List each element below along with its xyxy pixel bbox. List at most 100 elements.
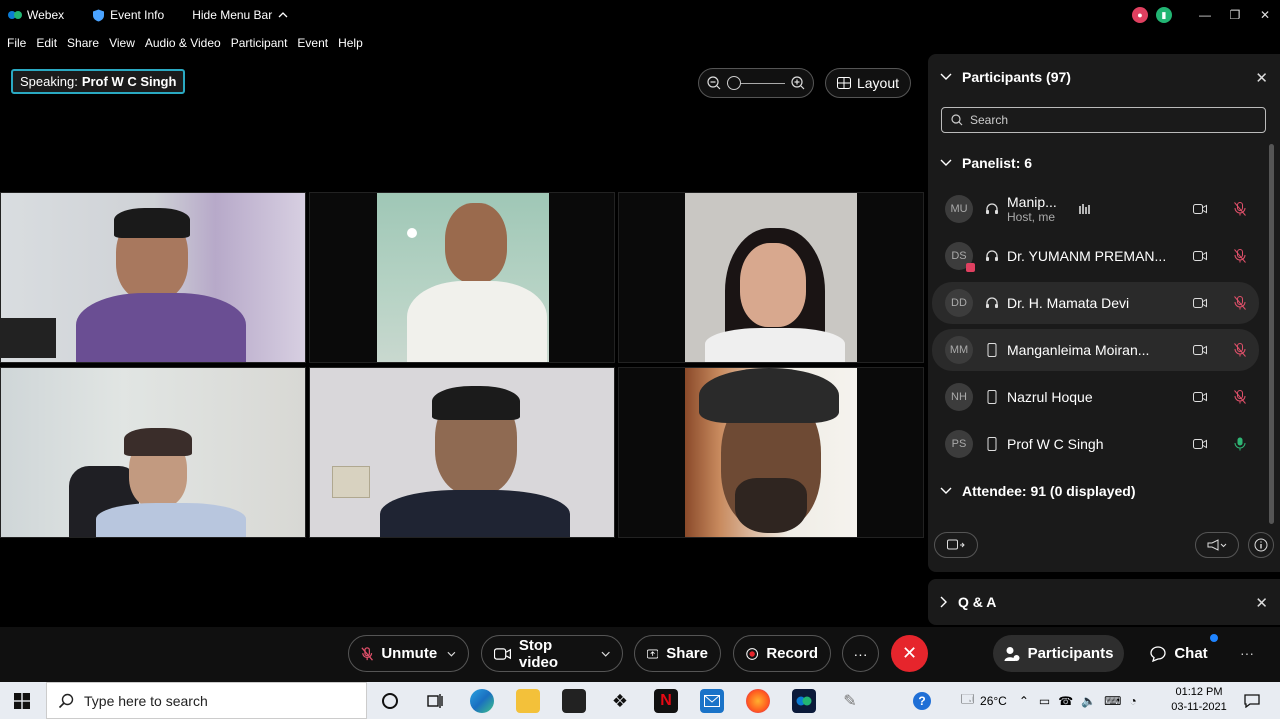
paint-icon[interactable]: ✎ <box>838 689 862 713</box>
minimize-button[interactable]: — <box>1190 0 1220 30</box>
video-camera-icon[interactable] <box>1193 392 1207 402</box>
participant-row[interactable]: PS Prof W C Singh <box>932 423 1259 465</box>
weather-icon[interactable]: 🗔 <box>961 690 974 711</box>
menu-participant[interactable]: Participant <box>231 36 288 50</box>
netflix-icon[interactable]: N <box>654 689 678 713</box>
network-icon[interactable]: ☎ <box>1058 694 1073 708</box>
zoom-slider-knob[interactable] <box>727 75 741 90</box>
participant-body <box>96 503 246 537</box>
video-camera-icon[interactable] <box>1193 298 1207 308</box>
move-to-lobby-button[interactable] <box>934 532 978 558</box>
speaking-name: Prof W C Singh <box>81 74 177 89</box>
participant-row[interactable]: DS Dr. YUMANM PREMAN... <box>932 235 1259 277</box>
chevron-down-icon[interactable] <box>940 73 952 81</box>
video-camera-icon[interactable] <box>1193 439 1207 449</box>
hide-menu-bar-button[interactable]: Hide Menu Bar <box>192 8 288 22</box>
info-button[interactable] <box>1248 532 1274 558</box>
taskbar-clock[interactable]: 01:12 PM 03-11-2021 <box>1170 685 1228 715</box>
firefox-icon[interactable] <box>746 689 770 713</box>
taskbar-search-input[interactable]: Type here to search <box>46 682 367 719</box>
clock-date: 03-11-2021 <box>1171 701 1227 713</box>
video-camera-icon[interactable] <box>1193 345 1207 355</box>
muted-mic-icon[interactable] <box>1234 343 1246 357</box>
participants-button[interactable]: Participants <box>993 635 1124 672</box>
announce-icon <box>1207 539 1227 551</box>
record-button[interactable]: Record <box>733 635 831 672</box>
unmute-button[interactable]: Unmute <box>348 635 469 672</box>
mobile-icon <box>983 435 1001 453</box>
reactions-menu-button[interactable] <box>1195 532 1239 558</box>
participant-row[interactable]: MM Manganleima Moiran... <box>932 329 1259 371</box>
chevron-up-icon[interactable]: ⌃ <box>1019 694 1029 708</box>
event-info-button[interactable]: Event Info <box>64 8 164 22</box>
dropbox-icon[interactable]: ❖ <box>608 689 632 713</box>
notification-icon[interactable] <box>1240 689 1264 713</box>
active-mic-icon[interactable] <box>1234 437 1246 451</box>
windows-start-icon[interactable] <box>14 693 30 709</box>
video-tile-4[interactable] <box>0 367 306 538</box>
language-icon[interactable]: ⌨ <box>1104 694 1121 708</box>
menu-event[interactable]: Event <box>297 36 328 50</box>
system-tray: 🗔 26°C ⌃ ▭ ☎ 🔈 ⌨ ◔ <box>961 682 1137 719</box>
muted-mic-icon[interactable] <box>1234 202 1246 216</box>
file-explorer-icon[interactable] <box>516 689 540 713</box>
participant-search-input[interactable]: Search <box>941 107 1266 133</box>
chevron-down-icon[interactable] <box>447 651 456 657</box>
microsoft-store-icon[interactable] <box>562 689 586 713</box>
close-icon[interactable]: ✕ <box>1255 69 1268 87</box>
panelist-section-header[interactable]: Panelist: 6 <box>940 155 1032 171</box>
close-window-button[interactable]: ✕ <box>1250 0 1280 30</box>
maximize-button[interactable]: ❐ <box>1220 0 1250 30</box>
muted-mic-icon[interactable] <box>1234 249 1246 263</box>
menu-help[interactable]: Help <box>338 36 363 50</box>
qa-panel-header[interactable]: Q & A ✕ <box>928 579 1280 625</box>
video-tile-1[interactable] <box>0 192 306 363</box>
chevron-down-icon[interactable] <box>601 651 610 657</box>
video-tile-3[interactable] <box>618 192 924 363</box>
more-options-button[interactable]: ··· <box>842 635 879 672</box>
participant-face <box>740 243 806 327</box>
muted-mic-icon[interactable] <box>1234 296 1246 310</box>
participant-row[interactable]: NH Nazrul Hoque <box>932 376 1259 418</box>
volume-icon[interactable]: 🔈 <box>1081 694 1096 708</box>
task-view-icon[interactable] <box>423 689 447 713</box>
zoom-slider[interactable] <box>727 75 785 90</box>
menu-share[interactable]: Share <box>67 36 99 50</box>
menu-view[interactable]: View <box>109 36 135 50</box>
share-button[interactable]: Share <box>634 635 721 672</box>
mobile-icon <box>983 388 1001 406</box>
participants-scrollbar[interactable] <box>1269 144 1274 524</box>
attendee-section-header[interactable]: Attendee: 91 (0 displayed) <box>940 483 1136 499</box>
video-camera-icon[interactable] <box>1193 251 1207 261</box>
menu-audio-video[interactable]: Audio & Video <box>145 36 221 50</box>
webex-taskbar-icon[interactable] <box>792 689 816 713</box>
more-icon[interactable]: ··· <box>1240 645 1254 661</box>
layout-button[interactable]: Layout <box>825 68 911 98</box>
help-icon[interactable]: ? <box>913 692 931 710</box>
participant-name: Dr. YUMANM PREMAN... <box>1007 248 1167 264</box>
edge-browser-icon[interactable] <box>470 689 494 713</box>
video-tile-6[interactable] <box>618 367 924 538</box>
wifi-icon[interactable]: ◔ <box>1129 694 1136 708</box>
mail-icon[interactable] <box>700 689 724 713</box>
battery-icon[interactable]: ▭ <box>1039 694 1050 708</box>
video-camera-icon <box>494 647 511 660</box>
participant-body <box>76 293 246 362</box>
leave-meeting-button[interactable]: ✕ <box>891 635 928 672</box>
video-tile-2[interactable] <box>309 192 615 363</box>
menu-file[interactable]: File <box>7 36 26 50</box>
zoom-in-icon[interactable] <box>791 76 805 90</box>
zoom-out-icon[interactable] <box>707 76 721 90</box>
video-tile-5[interactable] <box>309 367 615 538</box>
temperature[interactable]: 26°C <box>980 694 1007 708</box>
participant-row[interactable]: MU Manip... Host, me <box>932 188 1259 230</box>
stop-video-button[interactable]: Stop video <box>481 635 623 672</box>
menu-edit[interactable]: Edit <box>36 36 57 50</box>
close-icon[interactable]: ✕ <box>1255 594 1268 612</box>
video-camera-icon[interactable] <box>1193 204 1207 214</box>
participants-panel-header[interactable]: Participants (97) <box>928 54 1280 100</box>
cortana-icon[interactable] <box>378 689 402 713</box>
chat-button[interactable]: Chat <box>1142 635 1216 672</box>
muted-mic-icon[interactable] <box>1234 390 1246 404</box>
participant-row[interactable]: DD Dr. H. Mamata Devi <box>932 282 1259 324</box>
